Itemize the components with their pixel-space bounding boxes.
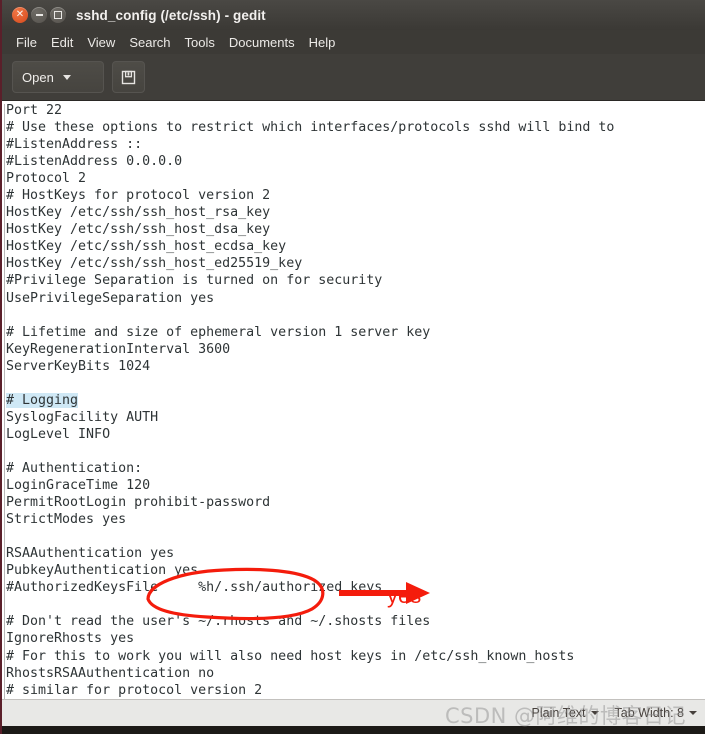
chevron-down-icon [62,74,71,80]
menu-item-documents[interactable]: Documents [222,33,302,52]
menu-item-file[interactable]: File [9,33,44,52]
close-button[interactable]: ✕ [12,7,28,23]
tool-bar: Open [2,54,705,101]
text-cursor [4,104,5,699]
status-bar: Plain Text Tab Width: 8 [2,699,705,726]
tab-width-selector[interactable]: Tab Width: 8 [615,706,697,720]
window-title: sshd_config (/etc/ssh) - gedit [76,7,266,23]
gedit-window: ✕ sshd_config (/etc/ssh) - gedit File Ed… [0,0,705,734]
menu-item-search[interactable]: Search [122,33,177,52]
annotation-suggestion-label: yes [387,583,422,608]
menu-item-view[interactable]: View [80,33,122,52]
editor-content[interactable]: Port 22 # Use these options to restrict … [6,102,614,699]
menu-item-edit[interactable]: Edit [44,33,80,52]
minimize-icon [35,14,43,16]
open-button[interactable]: Open [12,61,104,93]
new-document-button[interactable] [112,61,145,93]
open-button-label: Open [22,69,54,85]
window-bottom-edge [2,726,705,734]
menu-item-tools[interactable]: Tools [178,33,222,52]
title-bar: ✕ sshd_config (/etc/ssh) - gedit [2,0,705,30]
maximize-button[interactable] [50,7,66,23]
maximize-icon [54,11,62,19]
screenshot-root: ✕ sshd_config (/etc/ssh) - gedit File Ed… [0,0,705,734]
language-label: Plain Text [531,706,586,720]
editor-text-area[interactable]: Port 22 # Use these options to restrict … [2,101,705,699]
language-selector[interactable]: Plain Text [532,706,599,720]
chevron-down-icon [590,711,599,715]
tab-width-label: Tab Width: 8 [614,706,684,720]
menu-bar: File Edit View Search Tools Documents He… [2,30,705,54]
chevron-down-icon [689,711,697,715]
close-icon: ✕ [15,8,25,20]
minimize-button[interactable] [31,7,47,23]
menu-item-help[interactable]: Help [302,33,343,52]
new-document-icon [121,70,136,84]
window-controls: ✕ [12,7,66,23]
